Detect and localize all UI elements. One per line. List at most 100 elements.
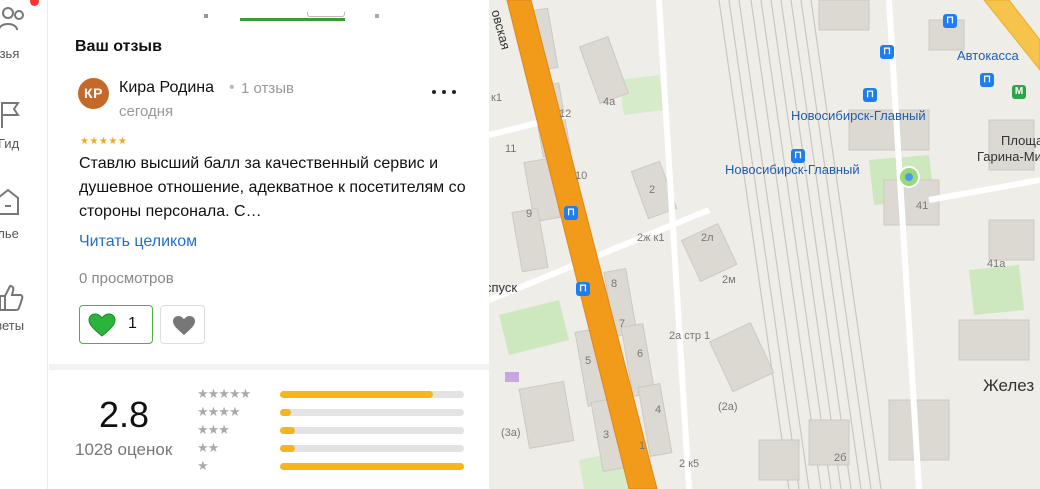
house-number: 12 [559,108,572,120]
house-number: 10 [575,170,588,182]
rating-bar-track [280,445,464,452]
nav-item-housing[interactable]: илье [0,186,47,246]
nav-item-guide[interactable]: Гид [0,98,47,158]
more-dot [452,90,456,94]
more-options-button[interactable] [429,82,459,102]
thumbs-up-icon [0,284,24,311]
avatar[interactable]: КР [78,78,109,109]
rating-distribution-row: ★★★ [197,422,477,438]
station-label[interactable]: Новосибирск-Главный [791,108,926,123]
place-label: Гарина-Михай [977,149,1040,164]
house-number: 2а стр 1 [669,330,711,342]
rating-bar-fill [280,391,433,398]
rating-row-stars: ★ [197,458,209,473]
author-separator: • [229,79,235,96]
house-number: 8 [611,278,618,290]
house-number: 4 [655,404,662,416]
nav-label-guide: Гид [0,136,20,151]
place-label: Желез [983,376,1035,395]
house-number: 9 [526,208,533,220]
house-number: 4а [603,96,616,108]
house-number: 2м [722,274,736,286]
bus-stop-icon[interactable]: ⊓ [576,282,590,296]
nav-label-tips: оветы [0,318,25,333]
friends-icon [0,7,24,31]
nav-label-friends: рузья [0,46,20,61]
house-number: 11 [505,143,517,155]
heart-icon [173,316,195,335]
tab-fragment-right[interactable] [375,14,379,18]
rating-distribution-row: ★★ [197,440,477,456]
tab-fragment-left[interactable] [204,14,208,18]
house-number: 2 [649,184,656,196]
rating-distribution-row: ★★★★★ [197,386,477,402]
review-stars: ★★★★★ [80,136,128,147]
author-review-count[interactable]: 1 отзыв [241,80,294,97]
left-nav-rail: рузья Гид илье оветы [0,0,48,489]
nav-item-friends[interactable]: рузья [0,4,47,64]
bus-stop-icon[interactable]: ⊓ [564,206,578,220]
house-number: 41а [987,258,1006,270]
house-number: (2а) [718,401,738,413]
review-text: Ставлю высший балл за качественный серви… [79,155,466,220]
review-panel: Ваш отзыв КР Кира Родина • 1 отзыв сегод… [49,0,489,489]
street-label: спуск [489,280,518,295]
rating-distribution-row: ★ [197,458,477,474]
guide-flag-icon [1,102,20,128]
house-number: 7 [619,318,626,330]
heart-button[interactable] [160,305,205,344]
like-button[interactable]: 1 [79,305,153,344]
more-dot [442,90,446,94]
bus-stop-icon[interactable]: ⊓ [980,73,994,87]
rating-count: 1028 оценок [75,440,173,459]
active-tab-underline [240,18,345,21]
house-number: 3 [603,429,610,441]
bus-stop-icon[interactable]: ⊓ [943,14,957,28]
house-number: 2л [701,232,714,244]
section-title: Ваш отзыв [75,38,162,55]
house-number: 5 [585,355,592,367]
house-number: 6 [637,348,644,360]
rating-row-stars: ★★★★★ [197,386,251,401]
panel-tabs [49,0,489,22]
rating-row-stars: ★★★★ [197,404,241,419]
green-heart-icon [88,313,116,337]
like-count: 1 [128,315,137,332]
bus-stop-icon[interactable]: ⊓ [863,88,877,102]
rating-bar-track [280,427,464,434]
rating-bar-fill [280,445,295,452]
rating-bar-track [280,463,464,470]
rating-row-stars: ★★ [197,440,219,455]
metro-icon[interactable]: М [1012,85,1026,99]
rating-distribution-row: ★★★★ [197,404,477,420]
average-rating: 2.8 [99,394,150,435]
rating-bar-fill [280,463,464,470]
rating-bar-track [280,409,464,416]
rating-bar-track [280,391,464,398]
place-label: Площа [1001,133,1040,148]
map-canvas [489,0,1040,489]
house-number: 41 [916,200,929,212]
section-divider [49,364,489,370]
nav-item-tips[interactable]: оветы [0,282,47,342]
nav-label-housing: илье [0,226,19,241]
station-label[interactable]: Новосибирск-Главный [725,162,860,177]
house-number: 2б [834,452,847,464]
bus-stop-icon[interactable]: ⊓ [791,149,805,163]
review-date: сегодня [119,103,174,120]
author-name[interactable]: Кира Родина [119,79,214,97]
map[interactable]: ⊓ ⊓ ⊓ ⊓ ⊓ ⊓ ⊓ М овская спуск Автокасса Н… [489,0,1040,489]
views-count: 0 просмотров [79,270,174,287]
house-number: (3а) [501,427,521,439]
house-number: 2ж к1 [637,232,665,244]
housing-icon [0,188,19,215]
read-more-link[interactable]: Читать целиком [79,233,197,251]
house-number: к1 [491,92,502,104]
rating-bar-fill [280,409,292,416]
active-tab-chip[interactable] [307,12,345,17]
house-number: 2 к5 [679,458,700,470]
bus-stop-icon[interactable]: ⊓ [880,45,894,59]
place-label[interactable]: Автокасса [957,48,1019,63]
rating-bar-fill [280,427,295,434]
house-number: 1 [639,440,646,452]
